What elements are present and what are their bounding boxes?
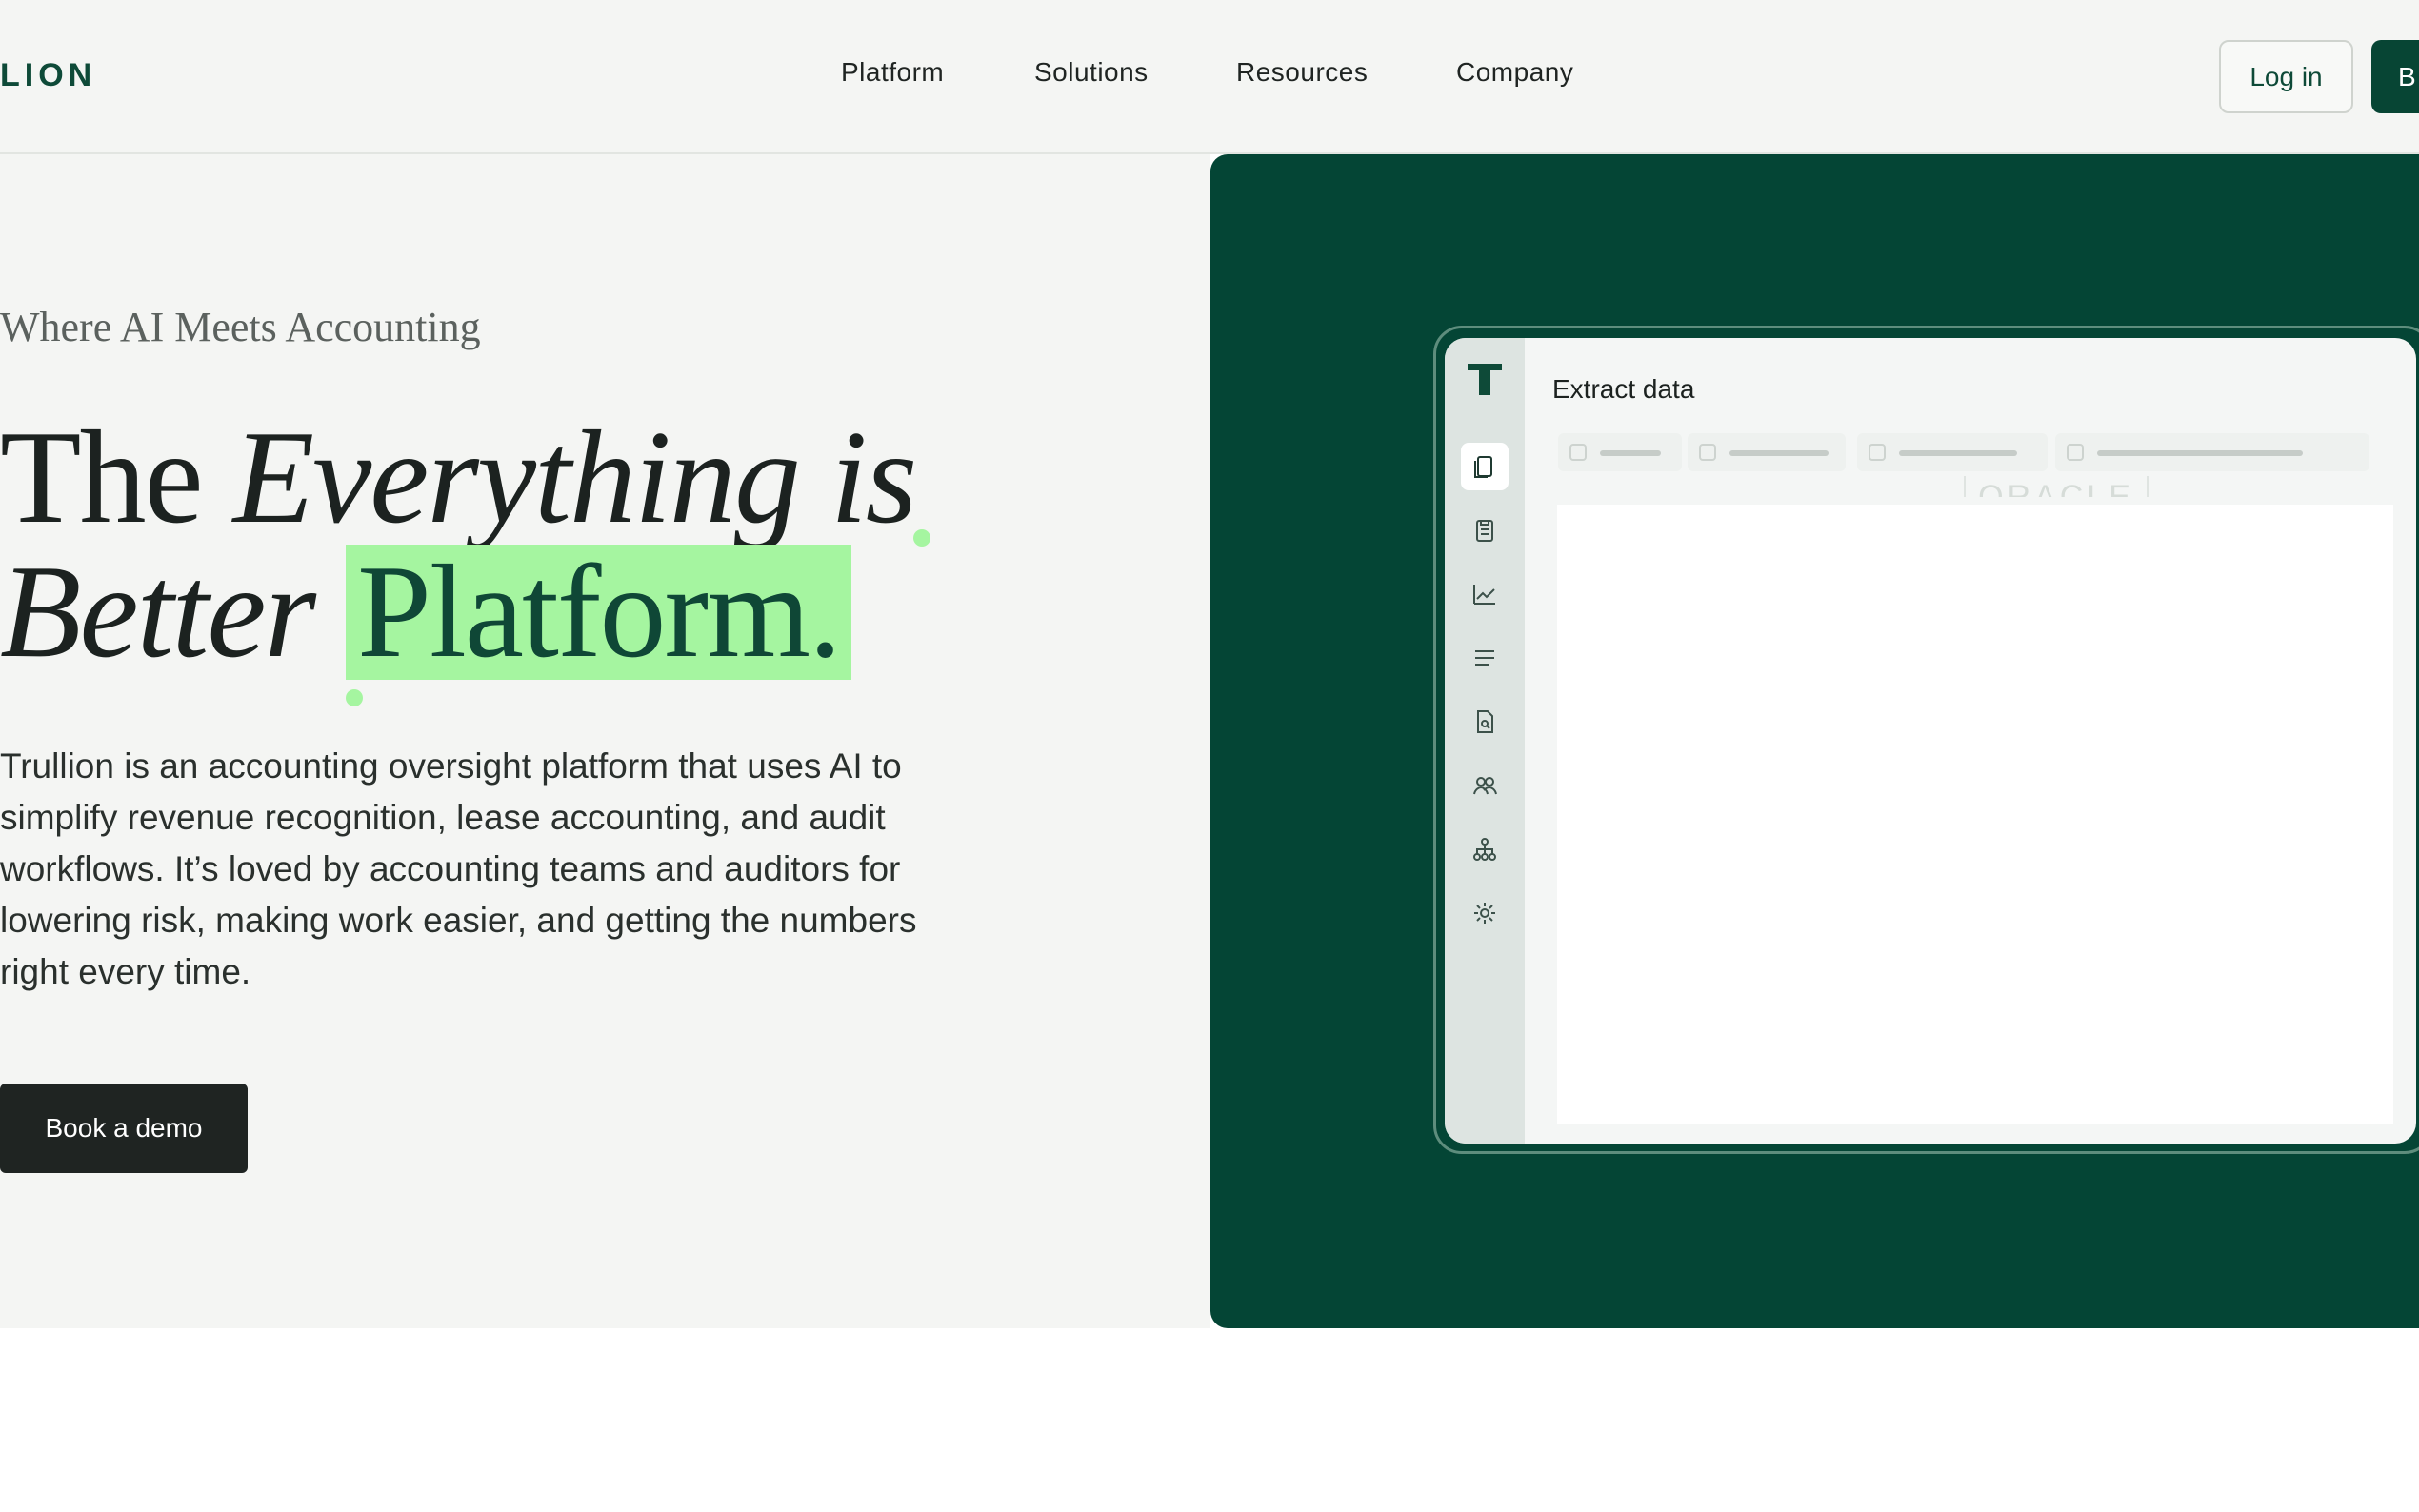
- hero-eyebrow: Where AI Meets Accounting: [0, 304, 481, 350]
- users-icon[interactable]: [1461, 762, 1509, 809]
- trullion-logo-icon: [1461, 355, 1509, 403]
- lines-icon[interactable]: [1461, 634, 1509, 682]
- highlight-handle-bottom: [346, 689, 363, 706]
- headline-highlight: Platform.: [346, 545, 852, 680]
- headline-line-1: The Everything is: [0, 411, 917, 545]
- login-button[interactable]: Log in: [2219, 40, 2353, 113]
- nav-item-company[interactable]: Company: [1456, 57, 1573, 88]
- book-demo-header-button[interactable]: B: [2371, 40, 2419, 113]
- checkbox[interactable]: [1869, 444, 1886, 461]
- app-preview: Extract data ORACLE: [1445, 338, 2416, 1144]
- tab-placeholder-bar: [1899, 450, 2017, 456]
- tab-placeholder-bar: [2097, 450, 2303, 456]
- headline-word-platform: Platform.: [357, 538, 842, 686]
- filter-tab[interactable]: [2055, 433, 2369, 471]
- filter-tab[interactable]: [1558, 433, 1682, 471]
- gear-icon[interactable]: [1461, 889, 1509, 937]
- document-preview-area: [1557, 505, 2393, 1124]
- panel-title: Extract data: [1552, 374, 1695, 404]
- filter-tab[interactable]: [1688, 433, 1846, 471]
- checkbox[interactable]: [2067, 444, 2084, 461]
- file-search-icon[interactable]: [1461, 698, 1509, 746]
- hero-description: Trullion is an accounting oversight plat…: [0, 746, 917, 991]
- tab-placeholder-bar: [1600, 450, 1661, 456]
- hierarchy-icon[interactable]: [1461, 826, 1509, 873]
- headline-line-2: Better Platform.: [0, 545, 915, 680]
- documents-icon[interactable]: [1461, 443, 1509, 490]
- nav-item-platform[interactable]: Platform: [841, 57, 944, 88]
- nav-item-resources[interactable]: Resources: [1236, 57, 1368, 88]
- logo[interactable]: LION: [0, 57, 96, 94]
- tab-placeholder-bar: [1729, 450, 1829, 456]
- filter-tab[interactable]: [1857, 433, 2048, 471]
- checkbox[interactable]: [1699, 444, 1716, 461]
- nav-item-solutions[interactable]: Solutions: [1034, 57, 1149, 88]
- oracle-watermark: ORACLE: [1964, 476, 2149, 497]
- clipboard-icon[interactable]: [1461, 507, 1509, 554]
- headline-word-the: The: [0, 404, 204, 551]
- headline-word-better: Better: [0, 538, 316, 686]
- top-navbar: LION Platform Solutions Resources Compan…: [0, 0, 2419, 154]
- chart-icon[interactable]: [1461, 570, 1509, 618]
- app-sidebar: [1445, 338, 1525, 1144]
- hero-headline: The Everything is Better Platform.: [0, 411, 917, 680]
- highlight-handle-top: [913, 529, 930, 547]
- book-demo-button[interactable]: Book a demo: [0, 1084, 248, 1173]
- checkbox[interactable]: [1569, 444, 1587, 461]
- headline-word-everything: Everything is: [232, 404, 918, 551]
